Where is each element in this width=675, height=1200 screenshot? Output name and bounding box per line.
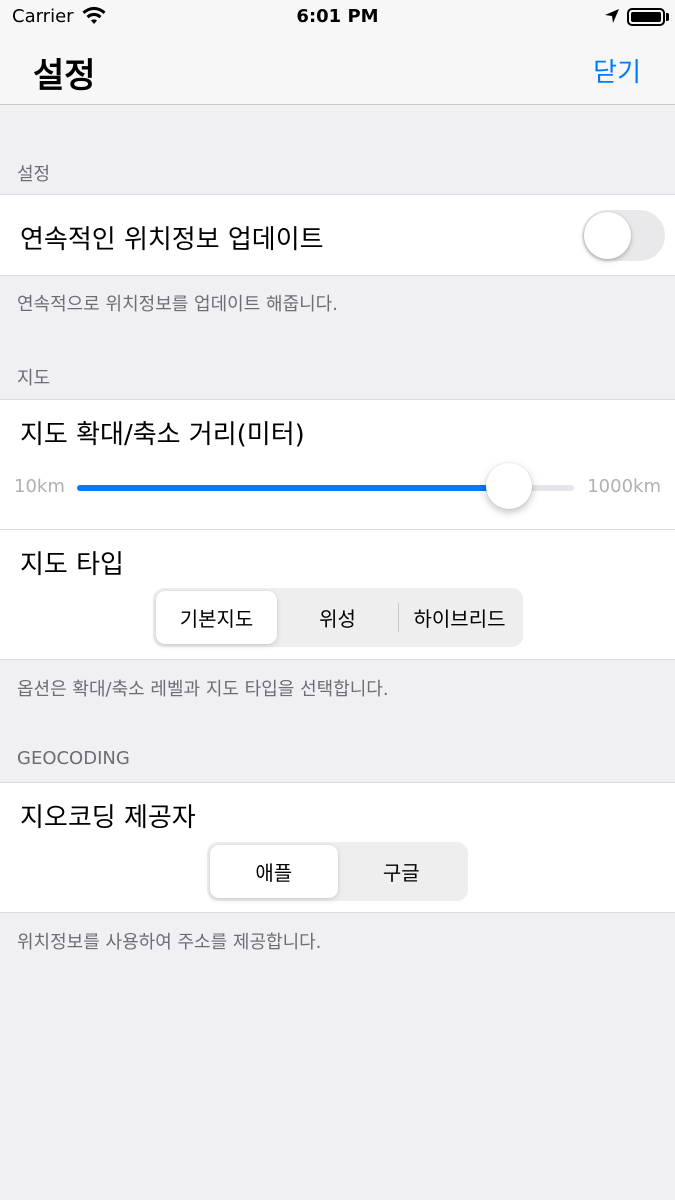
toggle-knob (584, 212, 631, 259)
map-type-segment-standard[interactable]: 기본지도 (156, 591, 277, 644)
status-time: 6:01 PM (296, 6, 379, 27)
map-type-segment-satellite[interactable]: 위성 (277, 591, 398, 644)
battery-icon (627, 8, 665, 26)
navigation-bar: 설정 닫기 (0, 36, 675, 105)
location-arrow-icon (604, 8, 620, 28)
cell-divider (0, 529, 675, 530)
geocoding-group: 지오코딩 제공자 애플 구글 (0, 782, 675, 913)
zoom-slider-fill (77, 485, 510, 491)
geocoding-footer: 위치정보를 사용하여 주소를 제공합니다. (17, 932, 322, 953)
provider-segment-google[interactable]: 구글 (338, 845, 466, 898)
map-settings-group: 지도 확대/축소 거리(미터) 10km 1000km 지도 타입 기본지도 위… (0, 399, 675, 660)
battery-tip (666, 13, 669, 21)
close-button[interactable]: 닫기 (593, 52, 641, 89)
map-type-segmented-control: 기본지도 위성 하이브리드 (153, 588, 523, 647)
status-bar: Carrier 6:01 PM (0, 0, 675, 36)
section-header-map: 지도 (17, 368, 51, 389)
geocoding-provider-segmented-control: 애플 구글 (207, 842, 468, 901)
zoom-min-label: 10km (14, 476, 65, 497)
map-type-segment-hybrid[interactable]: 하이브리드 (399, 591, 520, 644)
zoom-max-label: 1000km (587, 476, 661, 497)
zoom-label: 지도 확대/축소 거리(미터) (20, 420, 305, 450)
section-header-geocoding: GEOCODING (17, 748, 130, 769)
continuous-update-toggle[interactable] (582, 210, 665, 261)
zoom-slider-thumb[interactable] (486, 463, 533, 509)
section-header-settings: 설정 (17, 164, 51, 185)
geocoding-provider-label: 지오코딩 제공자 (20, 803, 196, 833)
map-type-label: 지도 타입 (20, 550, 124, 580)
continuous-update-label: 연속적인 위치정보 업데이트 (20, 225, 324, 255)
settings-footer: 연속적으로 위치정보를 업데이트 해줍니다. (17, 294, 338, 315)
page-title: 설정 (33, 56, 96, 96)
map-footer: 옵션은 확대/축소 레벨과 지도 타입을 선택합니다. (17, 679, 389, 700)
continuous-update-cell: 연속적인 위치정보 업데이트 (0, 194, 675, 276)
provider-segment-apple[interactable]: 애플 (210, 845, 338, 898)
